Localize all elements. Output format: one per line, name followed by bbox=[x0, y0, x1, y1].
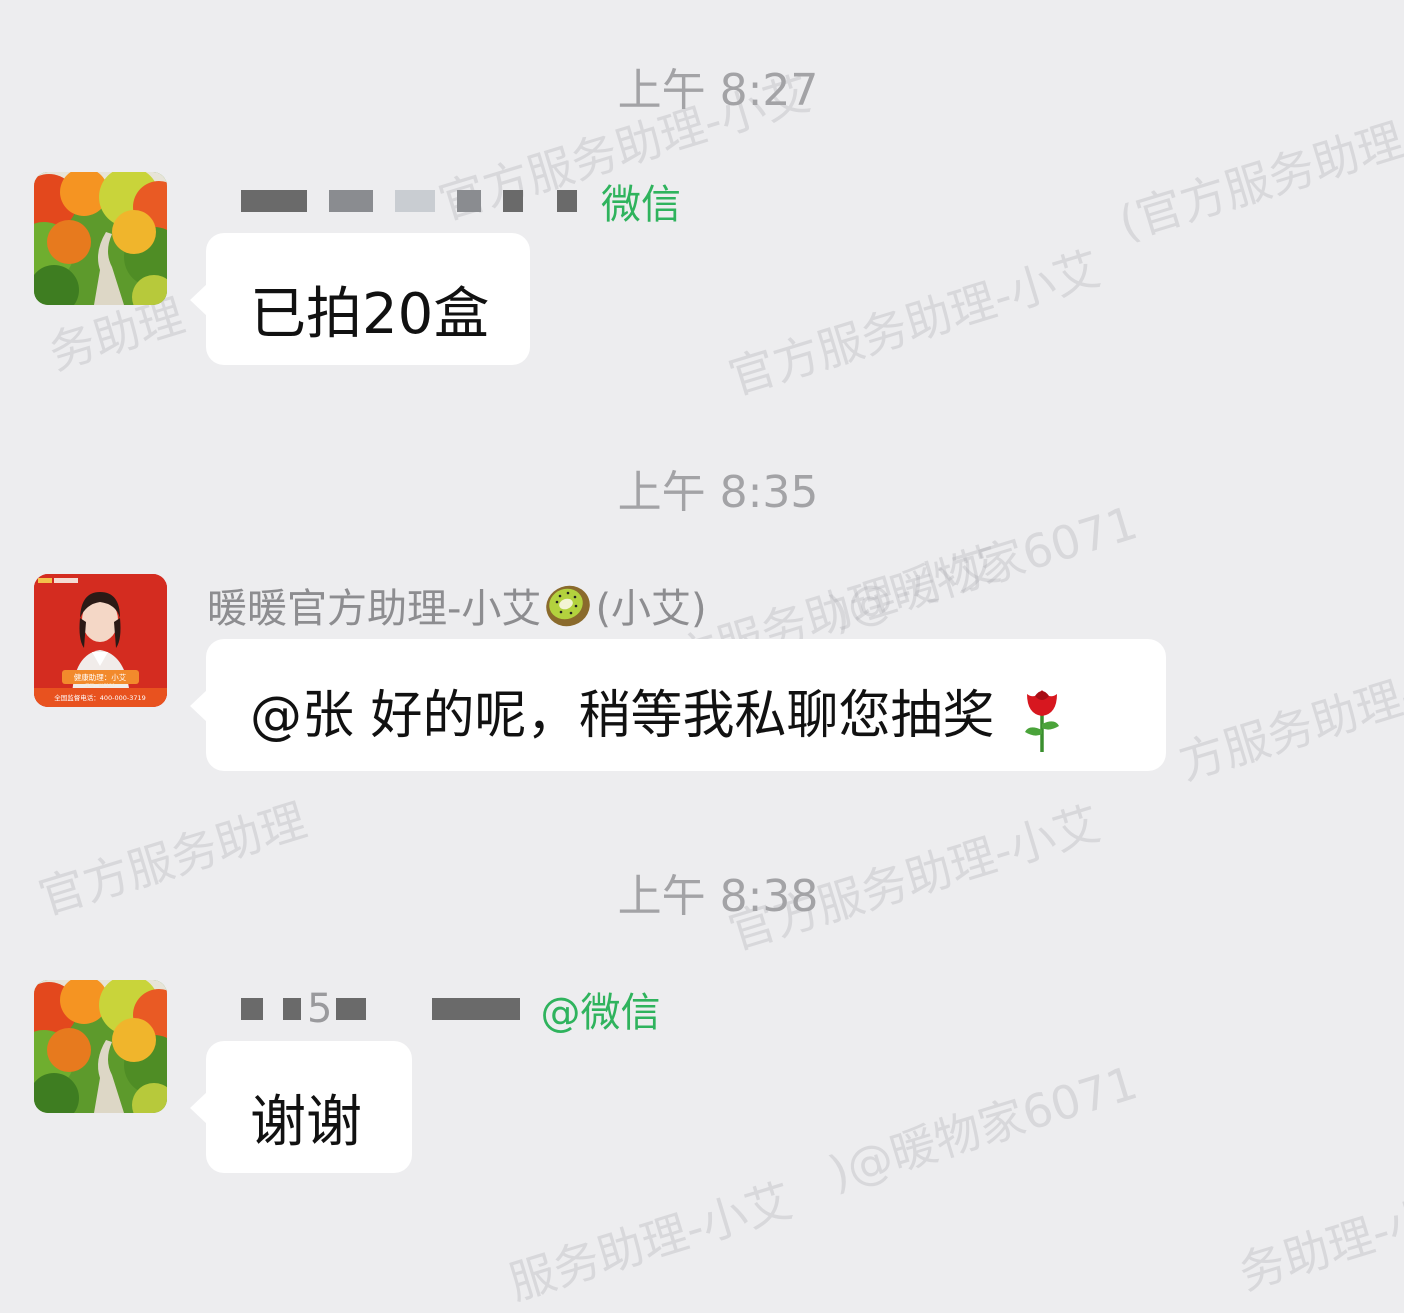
message-timestamp: 上午 8:35 bbox=[617, 467, 819, 518]
message-bubble[interactable]: 谢谢 bbox=[190, 1041, 412, 1173]
wechat-suffix: 微信 bbox=[601, 182, 681, 228]
watermark-text: 官方服务助理-小艾 bbox=[722, 241, 1107, 406]
avatar-badge-text: 健康助理：小艾 bbox=[74, 672, 127, 682]
sender-name-text: 暖暖官方助理-小艾 bbox=[207, 586, 542, 632]
watermark-text: 务助理-小 bbox=[1232, 1189, 1404, 1301]
redacted-name-block bbox=[283, 998, 301, 1020]
redacted-name-block bbox=[329, 190, 373, 212]
redacted-name-block bbox=[241, 998, 263, 1020]
avatar-badge-id: 工号：WC120 bbox=[85, 683, 115, 689]
sender-name: 微信 bbox=[207, 172, 681, 230]
message-timestamp: 上午 8:27 bbox=[617, 65, 819, 116]
avatar[interactable] bbox=[34, 172, 167, 305]
redacted-name-block bbox=[432, 998, 521, 1020]
assistant-portrait-avatar-icon: 健康助理：小艾 工号：WC120 全国监督电话：400-000-3719 bbox=[34, 574, 167, 707]
message-text: @张 好的呢，稍等我私聊您抽奖 bbox=[250, 686, 995, 746]
autumn-road-avatar-icon bbox=[34, 172, 167, 305]
rose-icon bbox=[1025, 690, 1060, 752]
redacted-name-block bbox=[557, 190, 577, 212]
autumn-road-avatar-icon bbox=[34, 980, 167, 1113]
message-bubble[interactable]: 已拍20盒 bbox=[190, 233, 530, 365]
kiwi-icon bbox=[546, 585, 591, 627]
redacted-name-block bbox=[241, 190, 307, 212]
redacted-name-block bbox=[503, 190, 523, 212]
watermark-text: 服务助理-小艾 bbox=[502, 1173, 799, 1311]
watermark-text: )@暖物家6071 bbox=[822, 1055, 1144, 1201]
avatar[interactable] bbox=[34, 980, 167, 1113]
redacted-name-block bbox=[457, 190, 481, 212]
watermark-text: 方服务助理-小 bbox=[1172, 653, 1404, 791]
wechat-suffix: @微信 bbox=[540, 990, 661, 1036]
message-text: 谢谢 bbox=[250, 1090, 362, 1155]
sender-name: 5 @微信 bbox=[207, 980, 660, 1038]
redacted-name-block bbox=[395, 190, 435, 212]
redacted-name-block bbox=[336, 998, 367, 1020]
avatar[interactable]: 健康助理：小艾 工号：WC120 全国监督电话：400-000-3719 bbox=[34, 574, 167, 707]
sender-name: 暖暖官方助理-小艾 (小艾) bbox=[207, 576, 707, 634]
message-text: 已拍20盒 bbox=[250, 282, 490, 347]
message-timestamp: 上午 8:38 bbox=[617, 871, 819, 922]
sender-name-fragment: 5 bbox=[307, 986, 333, 1032]
sender-name-nickname: (小艾) bbox=[595, 586, 707, 632]
message-bubble[interactable]: @张 好的呢，稍等我私聊您抽奖 bbox=[190, 639, 1166, 771]
avatar-phone-text: 全国监督电话：400-000-3719 bbox=[54, 693, 146, 702]
